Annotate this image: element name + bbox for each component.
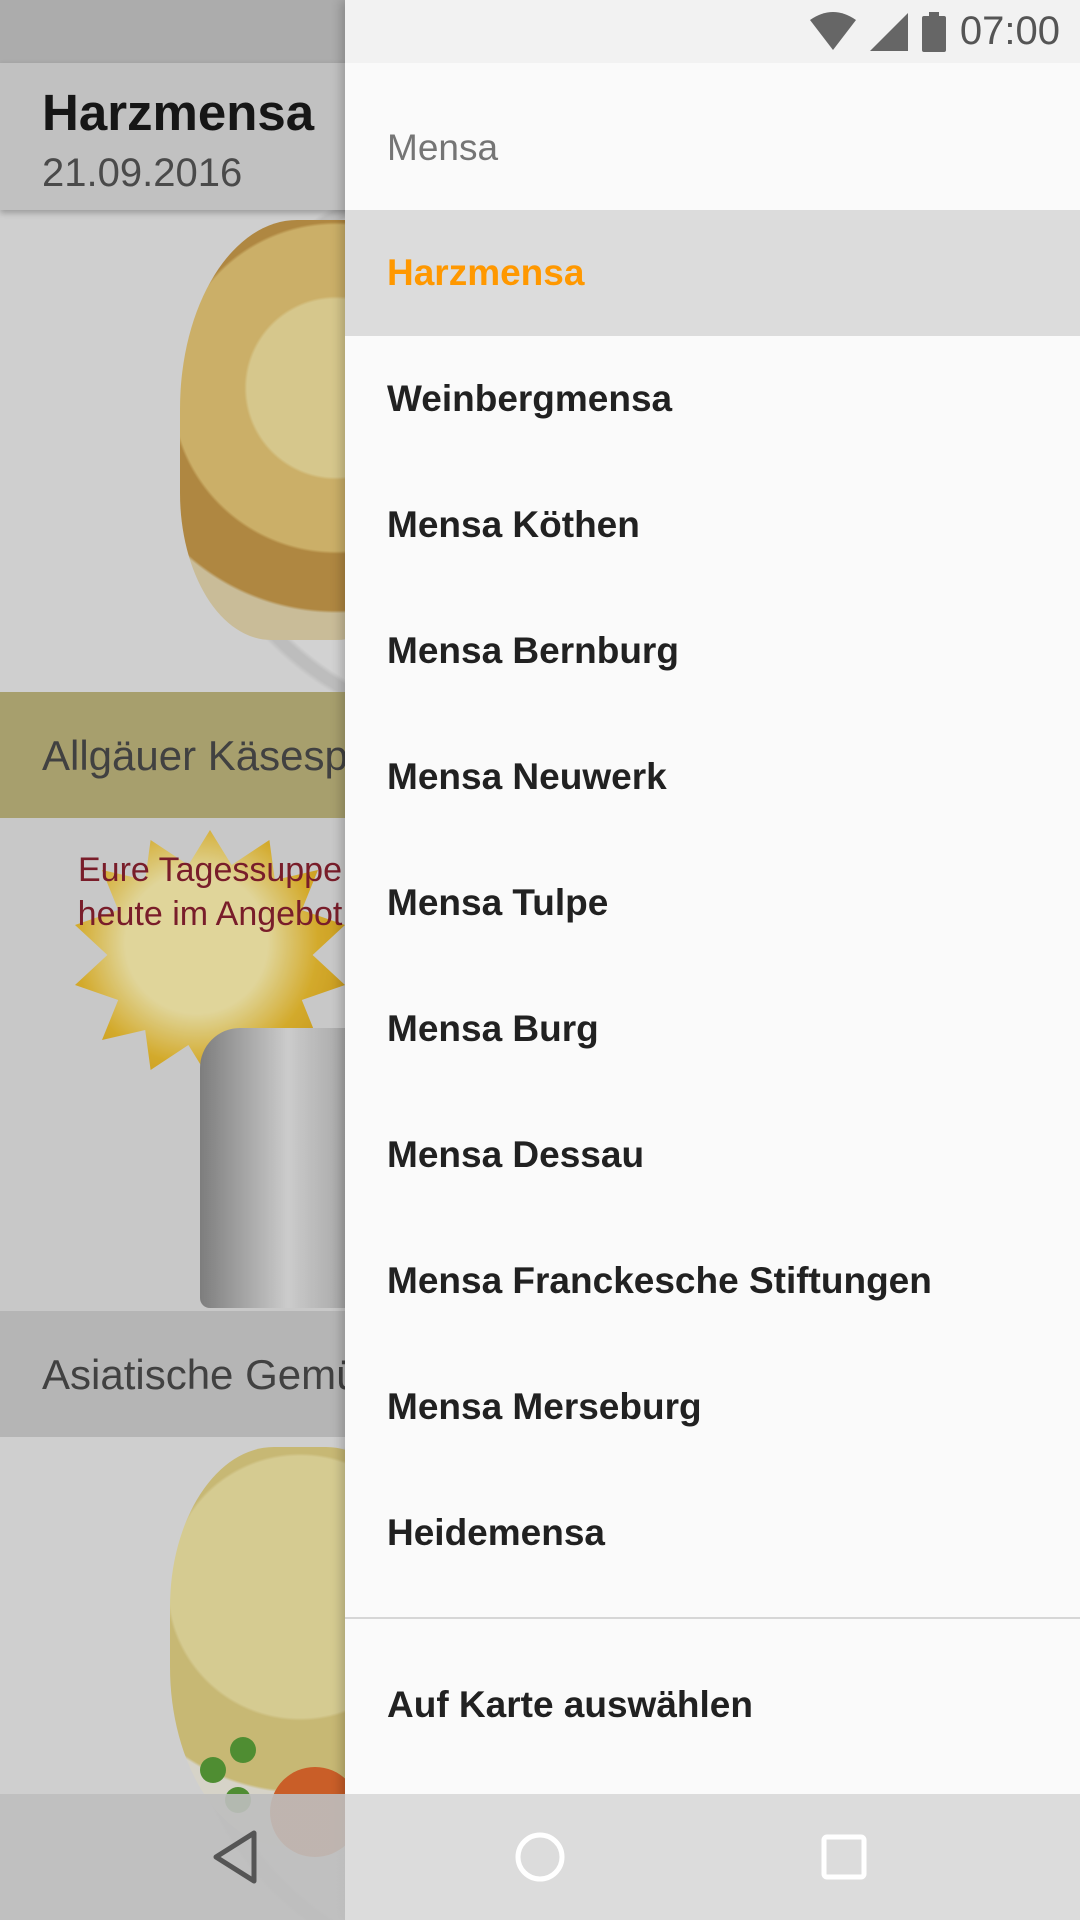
drawer-header: Mensa xyxy=(345,63,1080,210)
select-on-map-label: Auf Karte auswählen xyxy=(387,1684,753,1725)
mensa-item-koethen[interactable]: Mensa Köthen xyxy=(345,462,1080,588)
mensa-item-weinbergmensa[interactable]: Weinbergmensa xyxy=(345,336,1080,462)
drawer-header-title: Mensa xyxy=(387,127,499,168)
mensa-item-label: Mensa Merseburg xyxy=(387,1386,702,1427)
back-icon xyxy=(213,1830,257,1884)
wifi-icon xyxy=(809,11,856,50)
mensa-item-label: Mensa Köthen xyxy=(387,504,640,545)
mensa-item-merseburg[interactable]: Mensa Merseburg xyxy=(345,1344,1080,1470)
mensa-list: Harzmensa Weinbergmensa Mensa Köthen Men… xyxy=(345,210,1080,1596)
back-button[interactable] xyxy=(195,1817,275,1897)
battery-icon xyxy=(921,11,946,52)
mensa-item-bernburg[interactable]: Mensa Bernburg xyxy=(345,588,1080,714)
select-on-map-item[interactable]: Auf Karte auswählen xyxy=(345,1642,1080,1768)
mensa-item-label: Mensa Neuwerk xyxy=(387,756,667,797)
home-button[interactable] xyxy=(500,1817,580,1897)
system-nav-bar xyxy=(0,1794,1080,1920)
mensa-item-label: Weinbergmensa xyxy=(387,378,673,419)
mensa-item-tulpe[interactable]: Mensa Tulpe xyxy=(345,840,1080,966)
mensa-item-label: Heidemensa xyxy=(387,1512,605,1553)
mensa-item-harzmensa[interactable]: Harzmensa xyxy=(345,210,1080,336)
mensa-item-dessau[interactable]: Mensa Dessau xyxy=(345,1092,1080,1218)
mensa-item-label: Mensa Dessau xyxy=(387,1134,645,1175)
mensa-item-label: Harzmensa xyxy=(387,252,585,293)
drawer-divider xyxy=(345,1617,1080,1619)
mensa-item-label: Mensa Franckesche Stiftungen xyxy=(387,1260,932,1301)
mensa-item-label: Mensa Burg xyxy=(387,1008,599,1049)
mensa-item-franckesche-stiftungen[interactable]: Mensa Franckesche Stiftungen xyxy=(345,1218,1080,1344)
mensa-item-neuwerk[interactable]: Mensa Neuwerk xyxy=(345,714,1080,840)
mensa-item-heidemensa[interactable]: Heidemensa xyxy=(345,1470,1080,1596)
recents-button[interactable] xyxy=(804,1817,884,1897)
mensa-item-label: Mensa Tulpe xyxy=(387,882,609,923)
mensa-item-burg[interactable]: Mensa Burg xyxy=(345,966,1080,1092)
status-time: 07:00 xyxy=(959,9,1060,53)
navigation-drawer: Mensa Harzmensa Weinbergmensa Mensa Köth… xyxy=(345,0,1080,1920)
mensa-item-label: Mensa Bernburg xyxy=(387,630,679,671)
home-icon xyxy=(515,1832,565,1882)
signal-icon xyxy=(869,12,908,51)
recents-icon xyxy=(821,1834,867,1880)
status-bar: 07:00 xyxy=(345,0,1080,63)
